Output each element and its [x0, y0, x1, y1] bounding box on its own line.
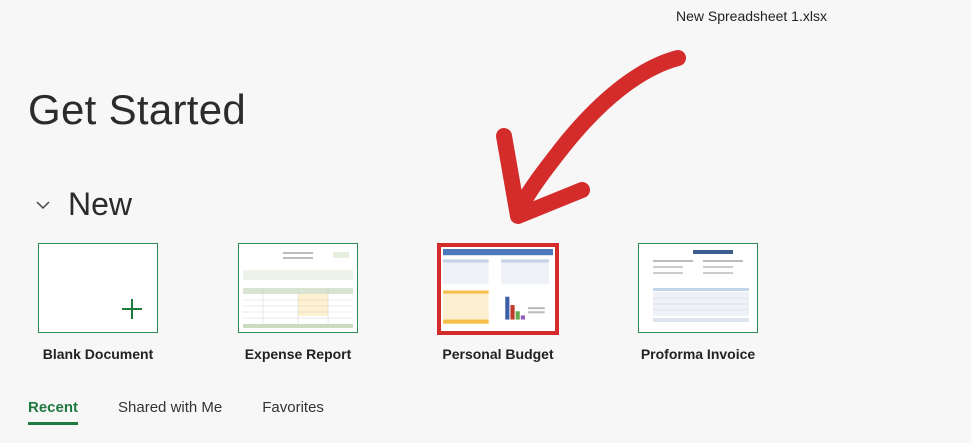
new-section-label: New [68, 186, 133, 222]
template-proforma-invoice[interactable]: Proforma Invoice [637, 243, 759, 362]
template-label: Blank Document [42, 346, 154, 362]
template-label: Proforma Invoice [640, 346, 756, 362]
chevron-down-icon[interactable] [34, 196, 52, 214]
expense-report-preview-image [243, 252, 353, 328]
tab-favorites[interactable]: Favorites [262, 399, 324, 425]
page-title: Get Started [28, 86, 247, 133]
personal-budget-preview-image [443, 249, 553, 324]
document-filename: New Spreadsheet 1.xlsx [676, 8, 827, 24]
template-personal-budget[interactable]: Personal Budget [437, 243, 559, 362]
file-tabs: Recent Shared with Me Favorites [28, 399, 364, 425]
template-thumbnail[interactable] [38, 243, 158, 333]
template-thumbnail[interactable] [638, 243, 758, 333]
template-thumbnail[interactable] [238, 243, 358, 333]
template-label: Personal Budget [442, 346, 554, 362]
tab-shared-with-me[interactable]: Shared with Me [118, 399, 222, 425]
new-section-header[interactable]: New [34, 186, 132, 223]
plus-icon [122, 299, 142, 319]
proforma-invoice-preview-image [653, 250, 749, 322]
annotation-arrow-icon [496, 50, 686, 224]
template-label: Expense Report [244, 346, 352, 362]
template-blank-document[interactable]: Blank Document [37, 243, 159, 362]
template-thumbnail-selected[interactable] [437, 243, 559, 335]
tab-recent[interactable]: Recent [28, 399, 79, 425]
template-expense-report[interactable]: Expense Report [237, 243, 359, 362]
